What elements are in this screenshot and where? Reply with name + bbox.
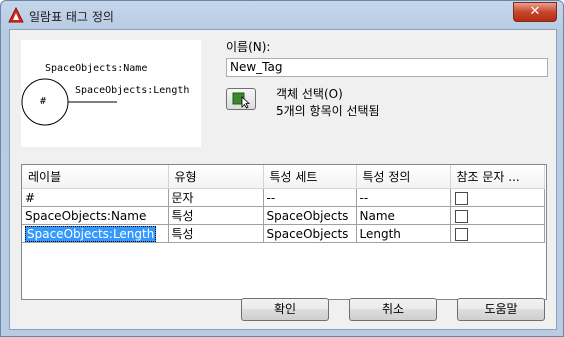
row-property-def-cell[interactable]: Length	[356, 224, 451, 243]
row-type-cell[interactable]: 특성	[168, 206, 264, 225]
table-row[interactable]: SpaceObjects:Length 특성 SpaceObjects Leng…	[22, 224, 545, 243]
table-header-row: 레이블 유형 특성 세트 특성 정의 참조 문자 ...	[22, 165, 545, 189]
reference-checkbox[interactable]	[454, 209, 468, 223]
autocad-app-icon	[8, 7, 24, 23]
column-header-label[interactable]: 레이블	[22, 165, 169, 189]
tag-symbol-text: #	[40, 96, 46, 107]
row-type-cell[interactable]: 문자	[168, 188, 264, 207]
name-input[interactable]	[226, 58, 548, 77]
help-button[interactable]: 도움말	[457, 298, 545, 321]
tag-preview-drawing: # SpaceObjects:Name SpaceObjects:Length	[21, 63, 189, 126]
row-reference-cell[interactable]	[450, 188, 545, 207]
select-objects-button[interactable]	[226, 88, 256, 110]
tag-name-text: SpaceObjects:Name	[45, 63, 147, 74]
table-row[interactable]: # 문자 -- --	[22, 188, 545, 207]
dialog-body: # SpaceObjects:Name SpaceObjects:Length …	[9, 29, 557, 330]
row-label-cell[interactable]: SpaceObjects:Name	[22, 206, 169, 225]
selected-label-text[interactable]: SpaceObjects:Length	[25, 225, 157, 242]
ok-button[interactable]: 확인	[241, 298, 329, 321]
reference-checkbox[interactable]	[454, 191, 468, 205]
cancel-button[interactable]: 취소	[349, 298, 437, 321]
selected-count-text: 5개의 항목이 선택됨	[276, 104, 380, 118]
title-bar[interactable]: 일람표 태그 정의 ✕	[1, 1, 563, 29]
column-header-type[interactable]: 유형	[168, 165, 264, 189]
close-button[interactable]: ✕	[513, 2, 557, 22]
window-title: 일람표 태그 정의	[29, 10, 114, 24]
row-label-cell[interactable]: #	[22, 188, 169, 207]
row-reference-cell[interactable]	[450, 224, 545, 243]
table-row[interactable]: SpaceObjects:Name 특성 SpaceObjects Name	[22, 206, 545, 225]
row-type-cell[interactable]: 특성	[168, 224, 264, 243]
dialog-window: 일람표 태그 정의 ✕ # SpaceObjects:Name SpaceObj…	[0, 0, 564, 337]
row-property-set-cell[interactable]: --	[263, 188, 357, 207]
row-property-def-cell[interactable]: Name	[356, 206, 451, 225]
tag-preview: # SpaceObjects:Name SpaceObjects:Length	[21, 40, 201, 147]
row-property-def-cell[interactable]: --	[356, 188, 451, 207]
column-header-property-set[interactable]: 특성 세트	[263, 165, 357, 189]
column-header-reference[interactable]: 참조 문자 ...	[450, 165, 545, 189]
row-property-set-cell[interactable]: SpaceObjects	[263, 224, 357, 243]
row-property-set-cell[interactable]: SpaceObjects	[263, 206, 357, 225]
name-label: 이름(N):	[226, 40, 271, 54]
column-header-property-def[interactable]: 특성 정의	[356, 165, 451, 189]
row-reference-cell[interactable]	[450, 206, 545, 225]
tag-length-text: SpaceObjects:Length	[75, 85, 189, 96]
row-label-cell-selected[interactable]: SpaceObjects:Length	[22, 224, 169, 243]
reference-checkbox[interactable]	[454, 227, 468, 241]
select-objects-icon	[232, 92, 251, 109]
select-objects-label: 객체 선택(O)	[276, 87, 343, 101]
tag-definition-table[interactable]: 레이블 유형 특성 세트 특성 정의 참조 문자 ... # 문자 -- --	[21, 164, 547, 300]
